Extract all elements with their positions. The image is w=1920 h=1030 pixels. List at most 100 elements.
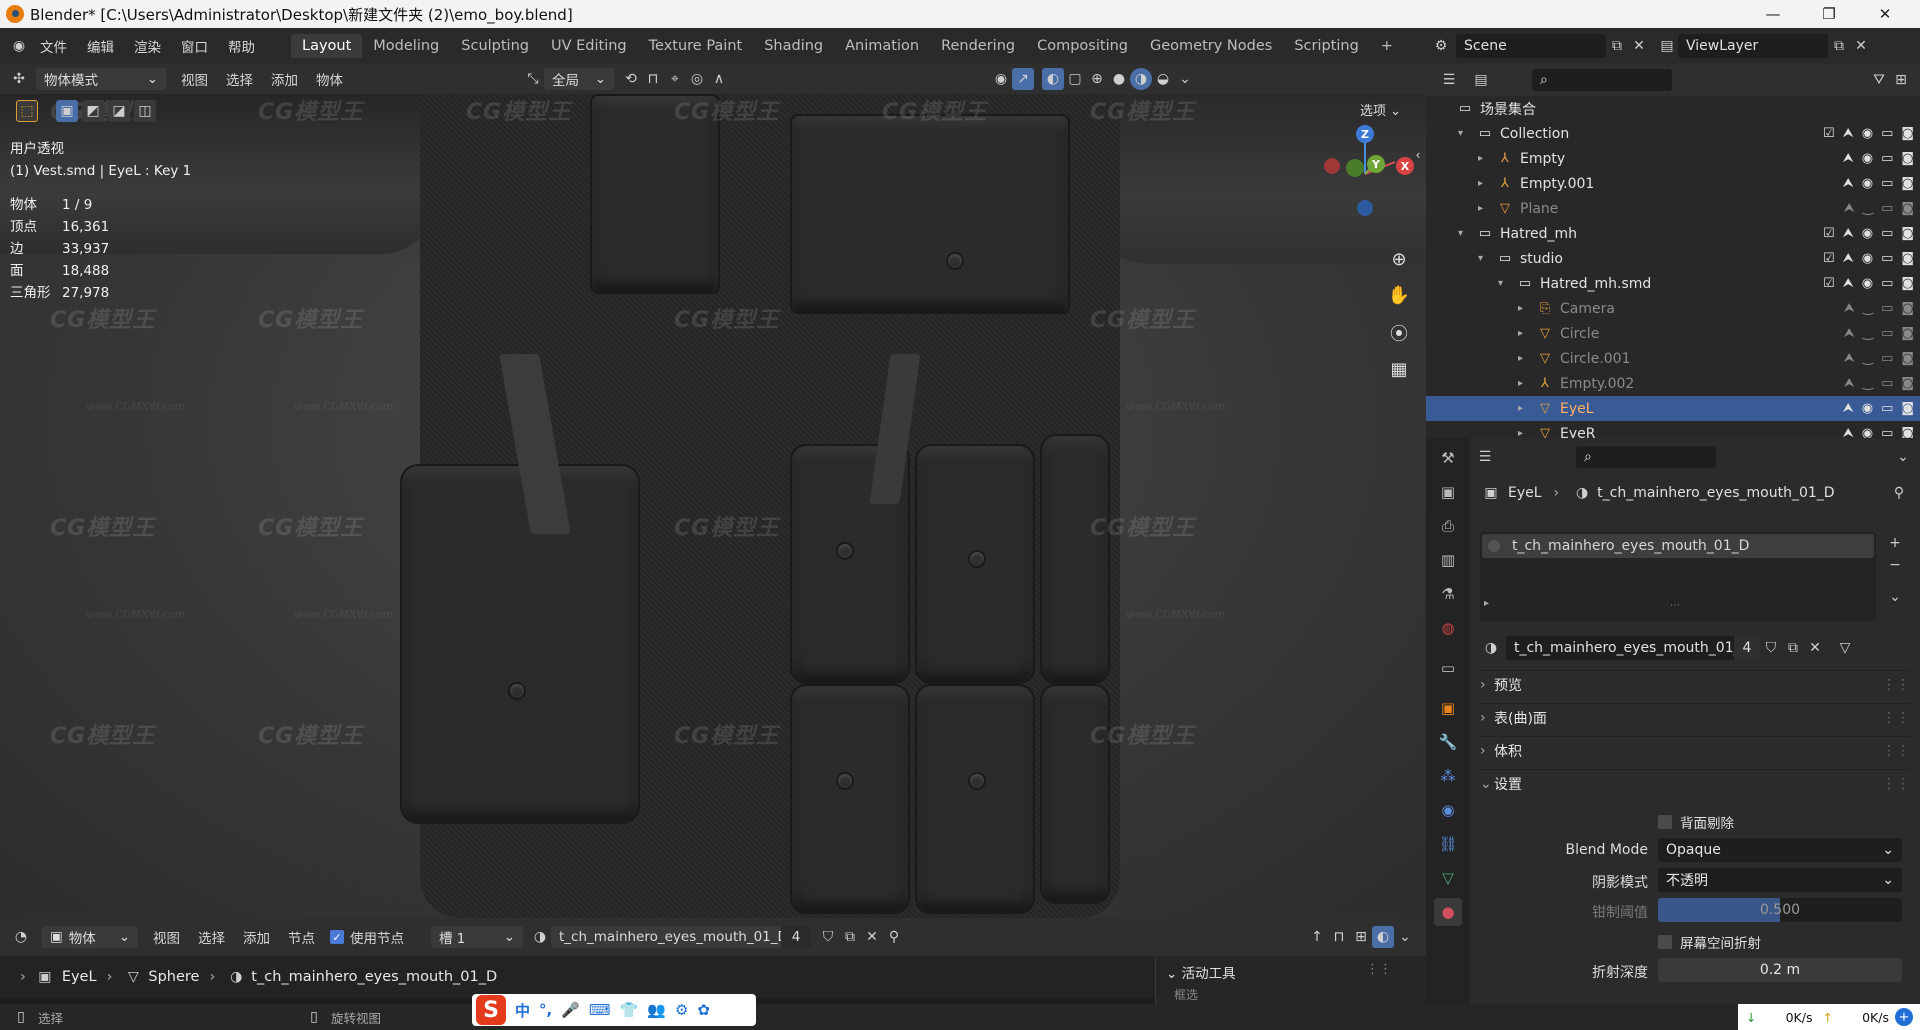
viewport-icon[interactable]: ▭ [1881, 376, 1893, 391]
tab-compositing[interactable]: Compositing [1026, 34, 1139, 58]
material-sphere-icon[interactable]: ◑ [529, 926, 551, 948]
outliner-row[interactable]: ▾ ▭ studio ☑ ⮝ ◉ ▭ ◙ [1426, 246, 1920, 271]
pivot-icon[interactable]: ⟲ [620, 68, 642, 90]
menu-view[interactable]: 视图 [144, 927, 189, 947]
object-tab-icon[interactable]: ▣ [1434, 694, 1462, 722]
render-icon[interactable]: ◙ [1901, 351, 1914, 366]
close-icon[interactable]: ✕ [1862, 0, 1908, 28]
render-icon[interactable]: ◙ [1901, 326, 1914, 341]
shader-type-dropdown[interactable]: ▣ 物体 ⌄ [42, 926, 138, 948]
outliner-row[interactable]: ▾ ▭ Hatred_mh ☑ ⮝ ◉ ▭ ◙ [1426, 221, 1920, 246]
add-workspace-button[interactable]: + [1370, 34, 1404, 58]
outliner-row[interactable]: ▸ ▽ EyeR ⮝ ◉ ▭ ◙ [1426, 421, 1920, 439]
select-new-icon[interactable]: ▣ [56, 100, 78, 122]
section-volume[interactable]: › 体积 ⋮⋮ [1480, 736, 1910, 764]
breadcrumb-object[interactable]: EyeL [62, 969, 97, 985]
eye-icon[interactable]: ◉ [1862, 226, 1873, 241]
snap-mode-icon[interactable]: ⊞ [1350, 926, 1372, 948]
expand-arrow-icon[interactable]: ▸ [1478, 178, 1483, 189]
new-scene-icon[interactable]: ⧉ [1606, 35, 1628, 57]
overlay-toggle-icon[interactable]: ◐ [1042, 68, 1064, 90]
tab-shading[interactable]: Shading [753, 34, 834, 58]
outliner-search-input[interactable]: ⌕ [1532, 69, 1672, 91]
tab-texture-paint[interactable]: Texture Paint [638, 34, 754, 58]
shadow-mode-dropdown[interactable]: 不透明 ⌄ [1658, 868, 1902, 892]
overlay-options-icon[interactable]: ⌄ [1394, 926, 1416, 948]
ime-punct-icon[interactable]: °, [539, 1001, 552, 1019]
selectable-icon[interactable]: ⮝ [1843, 276, 1854, 291]
filter-icon[interactable]: ⛛ [1868, 69, 1890, 91]
gizmo-neg-x-axis[interactable] [1324, 158, 1340, 174]
menu-add[interactable]: 添加 [262, 69, 307, 89]
menu-file[interactable]: 文件 [30, 36, 77, 56]
expand-arrow-icon[interactable]: ▸ [1518, 428, 1523, 438]
tab-scripting[interactable]: Scripting [1283, 34, 1369, 58]
expand-arrow-icon[interactable]: ▸ [1518, 353, 1523, 364]
material-users-count[interactable]: 4 [781, 926, 811, 948]
tab-layout[interactable]: Layout [291, 34, 363, 58]
tab-animation[interactable]: Animation [834, 34, 930, 58]
include-checkbox-icon[interactable]: ☑ [1823, 226, 1835, 241]
viewport-icon[interactable]: ▭ [1881, 226, 1893, 241]
new-collection-icon[interactable]: ⊞ [1890, 69, 1912, 91]
viewport-icon[interactable]: ▭ [1881, 401, 1893, 416]
use-nodes-checkbox[interactable]: ✓ [330, 930, 344, 944]
transform-orientation-icon[interactable]: ⤡ [522, 68, 544, 90]
menu-add[interactable]: 添加 [234, 927, 279, 947]
tab-sculpting[interactable]: Sculpting [450, 34, 540, 58]
falloff-icon[interactable]: ∧ [708, 68, 730, 90]
zoom-icon[interactable]: ⊕ [1384, 244, 1414, 274]
ime-user-icon[interactable]: 👥 [647, 1001, 666, 1019]
eye-icon[interactable]: ◉ [1862, 126, 1873, 141]
selectable-icon[interactable]: ⮝ [1843, 176, 1854, 191]
shading-wire-icon[interactable]: ⊕ [1086, 68, 1108, 90]
render-icon[interactable]: ◙ [1901, 226, 1914, 241]
tab-uv-editing[interactable]: UV Editing [540, 34, 638, 58]
slot-specials-icon[interactable]: ⌄ [1884, 586, 1906, 608]
selectable-icon[interactable]: ⮝ [1844, 301, 1855, 316]
ime-settings-icon[interactable]: ⚙ [675, 1001, 688, 1019]
include-checkbox-icon[interactable]: ☑ [1823, 126, 1835, 141]
shading-solid-icon[interactable]: ● [1108, 68, 1130, 90]
menu-object[interactable]: 物体 [307, 69, 352, 89]
resize-handle[interactable]: ⋯ [1670, 600, 1680, 611]
expand-arrow-icon[interactable]: ▸ [1518, 378, 1523, 389]
display-mode-icon[interactable]: ▤ [1470, 69, 1492, 91]
ssr-row[interactable]: 屏幕空间折射 [1658, 932, 1761, 952]
material-tab-icon[interactable]: ● [1434, 898, 1462, 926]
add-slot-icon[interactable]: + [1884, 532, 1906, 554]
snap-target-icon[interactable]: ⌖ [664, 68, 686, 90]
fake-user-icon[interactable]: ⛉ [817, 926, 839, 948]
render-icon[interactable]: ◙ [1901, 276, 1914, 291]
selectable-icon[interactable]: ⮝ [1843, 226, 1854, 241]
outliner-row[interactable]: ▸ ⅄ Empty.001 ⮝ ◉ ▭ ◙ [1426, 171, 1920, 196]
pin-icon[interactable]: ⚲ [883, 926, 905, 948]
eye-icon[interactable]: ◉ [1862, 276, 1873, 291]
expand-arrow-icon[interactable]: ▾ [1458, 228, 1463, 239]
eye-icon[interactable]: ‿ [1863, 301, 1873, 316]
render-icon[interactable]: ◙ [1901, 426, 1914, 438]
expand-arrow-icon[interactable]: ▸ [1518, 403, 1523, 414]
gizmo-neg-y-axis[interactable] [1346, 159, 1364, 177]
ime-voice-icon[interactable]: 🎤 [561, 1001, 580, 1019]
menu-select[interactable]: 选择 [217, 69, 262, 89]
expand-arrow-icon[interactable]: ▸ [1518, 328, 1523, 339]
viewport-icon[interactable]: ▭ [1881, 276, 1893, 291]
viewport-icon[interactable]: ▭ [1881, 351, 1893, 366]
expand-icon[interactable]: ▸ [1484, 598, 1489, 609]
camera-view-icon[interactable]: ⦿ [1384, 318, 1414, 348]
outliner-row[interactable]: ▸ ▽ Circle.001 ⮝ ‿ ▭ ◙ [1426, 346, 1920, 371]
tab-geometry-nodes[interactable]: Geometry Nodes [1139, 34, 1283, 58]
selectable-icon[interactable]: ⮝ [1844, 376, 1855, 391]
panel-drag-handle[interactable]: ⋮⋮ [1366, 962, 1392, 977]
blend-mode-dropdown[interactable]: Opaque ⌄ [1658, 838, 1902, 862]
render-icon[interactable]: ◙ [1901, 301, 1914, 316]
select-subtract-icon[interactable]: ◪ [108, 100, 130, 122]
ime-lang[interactable]: 中 [515, 1000, 530, 1021]
viewport-icon[interactable]: ▭ [1881, 151, 1893, 166]
outliner-row[interactable]: ▸ ⎘ Camera ⮝ ‿ ▭ ◙ [1426, 296, 1920, 321]
duplicate-material-icon[interactable]: ⧉ [1782, 637, 1804, 659]
expand-arrow-icon[interactable]: ▾ [1498, 278, 1503, 289]
shading-rendered-icon[interactable]: ◒ [1152, 68, 1174, 90]
shading-options-icon[interactable]: ⌄ [1174, 68, 1196, 90]
